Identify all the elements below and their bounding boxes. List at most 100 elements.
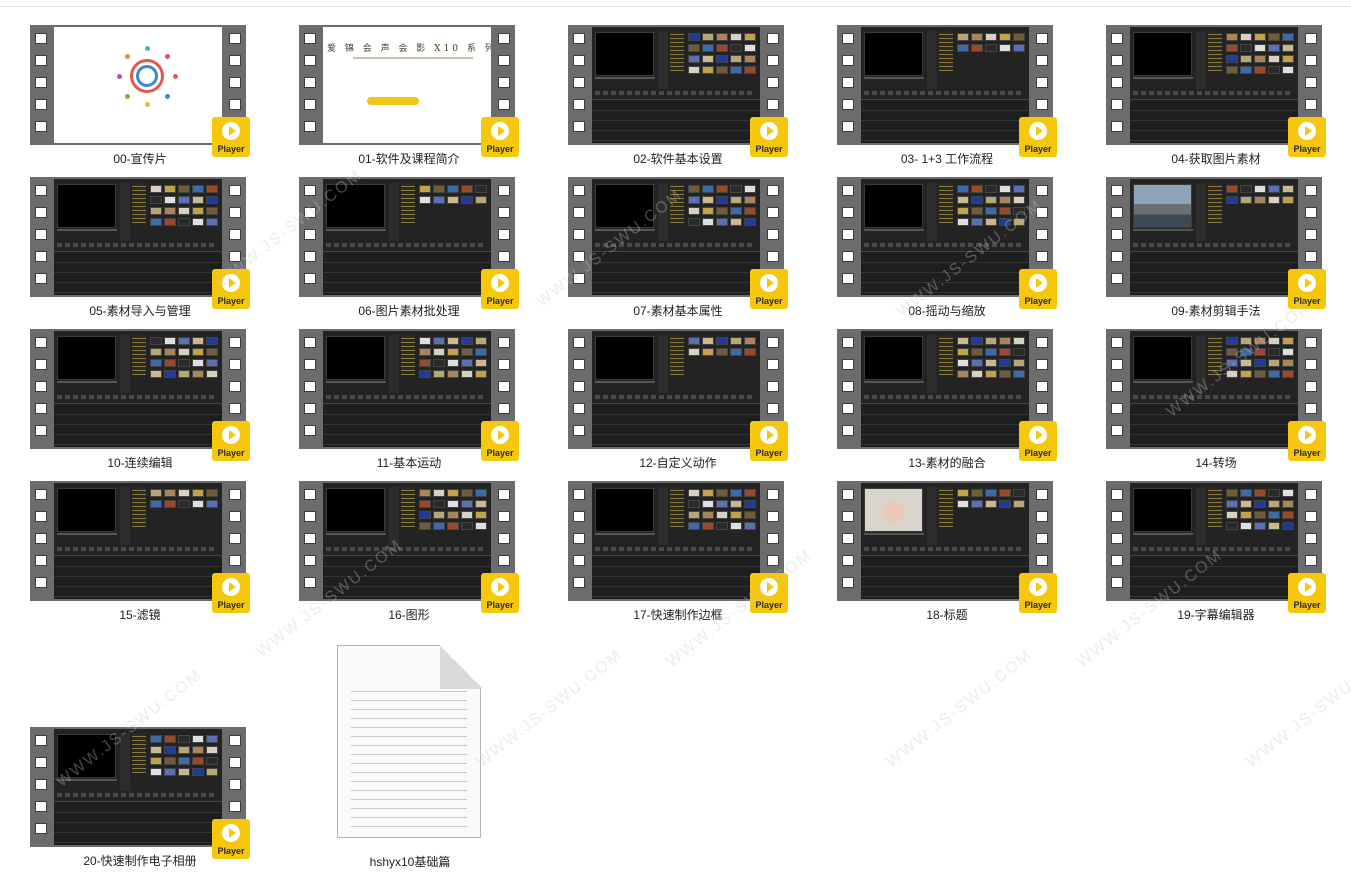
media-thumbnail	[419, 522, 431, 530]
video-file-item[interactable]: Player 00-宣传片	[10, 7, 270, 166]
media-thumbnail	[164, 489, 176, 497]
play-icon	[491, 274, 509, 292]
video-thumbnail[interactable]: Player	[568, 481, 788, 613]
timeline-track	[1130, 110, 1298, 111]
media-thumbnail	[447, 359, 459, 367]
video-file-item[interactable]: Player 20-快速制作电子相册	[10, 709, 270, 868]
video-file-item[interactable]: Player 08-摇动与缩放	[817, 159, 1077, 318]
video-thumbnail[interactable]: Player	[30, 727, 250, 859]
play-icon	[222, 578, 240, 596]
toolbar-controls	[1133, 243, 1293, 247]
scrub-bar	[57, 229, 117, 231]
video-thumbnail[interactable]: Player	[837, 177, 1057, 309]
sprocket-hole	[1111, 99, 1123, 110]
media-thumbnail	[1240, 359, 1252, 367]
media-thumbnail	[164, 196, 176, 204]
sprocket-hole	[1036, 55, 1048, 66]
video-file-item[interactable]: Player 04-获取图片素材	[1086, 7, 1346, 166]
video-frame	[323, 483, 491, 599]
media-thumbnail	[419, 500, 431, 508]
media-thumbnail	[1254, 44, 1266, 52]
video-thumbnail[interactable]: Player	[299, 329, 519, 461]
promo-frame	[54, 27, 222, 143]
video-thumbnail[interactable]: Player	[1106, 25, 1326, 157]
video-file-item[interactable]: Player 06-图片素材批处理	[279, 159, 539, 318]
media-library	[688, 337, 758, 381]
video-thumbnail[interactable]: Player	[299, 177, 519, 309]
media-thumbnail	[744, 185, 756, 193]
timeline-track	[1130, 262, 1298, 263]
video-file-item[interactable]: 爱 锦 会 声 会 影 X10 系 列 视 频 教 程Player01-软件及课…	[279, 7, 539, 166]
video-thumbnail[interactable]: Player	[30, 329, 250, 461]
preview-window	[57, 336, 116, 380]
media-thumbnail	[985, 359, 997, 367]
video-thumbnail[interactable]: Player	[1106, 329, 1326, 461]
sprocket-hole	[304, 555, 316, 566]
media-thumbnail	[1240, 66, 1252, 74]
document-text-line	[351, 772, 467, 773]
sprocket-hole	[229, 757, 241, 768]
tool-strip	[120, 183, 130, 241]
video-file-item[interactable]: Player 14-转场	[1086, 311, 1346, 470]
video-thumbnail[interactable]: Player	[30, 177, 250, 309]
video-file-item[interactable]: Player 03- 1+3 工作流程	[817, 7, 1077, 166]
video-thumbnail[interactable]: Player	[837, 329, 1057, 461]
media-thumbnail	[730, 196, 742, 204]
media-thumbnail	[1226, 489, 1238, 497]
video-thumbnail[interactable]: Player	[837, 25, 1057, 157]
video-file-item[interactable]: Player 11-基本运动	[279, 311, 539, 470]
media-thumbnail	[164, 746, 176, 754]
video-file-item[interactable]: Player 02-软件基本设置	[548, 7, 808, 166]
media-thumbnail	[744, 489, 756, 497]
toolbar-controls	[1133, 91, 1293, 95]
media-thumbnail	[192, 196, 204, 204]
video-thumbnail[interactable]: Player	[568, 329, 788, 461]
sprocket-hole	[573, 511, 585, 522]
document-file-icon[interactable]	[337, 645, 482, 839]
sprocket-hole	[35, 555, 47, 566]
video-thumbnail[interactable]: Player	[299, 481, 519, 613]
video-file-item[interactable]: Player 17-快速制作边框	[548, 463, 808, 622]
video-file-item[interactable]: Player 19-字幕编辑器	[1086, 463, 1346, 622]
video-file-item[interactable]: Player 16-图形	[279, 463, 539, 622]
video-file-item[interactable]: Player 13-素材的融合	[817, 311, 1077, 470]
video-thumbnail[interactable]: Player	[30, 25, 250, 157]
media-library	[1226, 33, 1296, 77]
media-thumbnail	[1268, 370, 1280, 378]
media-thumbnail	[716, 55, 728, 63]
sprocket-hole	[304, 337, 316, 348]
sprocket-hole	[498, 511, 510, 522]
video-file-item[interactable]: Player 10-连续编辑	[10, 311, 270, 470]
video-thumbnail[interactable]: Player	[30, 481, 250, 613]
media-thumbnail	[716, 500, 728, 508]
video-thumbnail[interactable]: Player	[568, 177, 788, 309]
video-thumbnail[interactable]: Player	[1106, 481, 1326, 613]
video-thumbnail[interactable]: Player	[1106, 177, 1326, 309]
sprocket-hole	[1036, 251, 1048, 262]
sprocket-hole	[498, 185, 510, 196]
video-thumbnail[interactable]: Player	[837, 481, 1057, 613]
media-thumbnail	[1254, 359, 1266, 367]
video-file-item[interactable]: Player 07-素材基本属性	[548, 159, 808, 318]
media-thumbnail	[1282, 489, 1294, 497]
video-thumbnail[interactable]: Player	[568, 25, 788, 157]
video-file-item[interactable]: Player 05-素材导入与管理	[10, 159, 270, 318]
media-thumbnail	[192, 370, 204, 378]
media-thumbnail	[1240, 511, 1252, 519]
document-text-line	[351, 700, 467, 701]
timeline	[861, 251, 1029, 295]
media-thumbnail	[178, 359, 190, 367]
video-file-item[interactable]: Player 09-素材剪辑手法	[1086, 159, 1346, 318]
media-thumbnail	[475, 348, 487, 356]
media-library	[419, 337, 489, 381]
media-thumbnail	[702, 185, 714, 193]
media-thumbnail	[985, 489, 997, 497]
media-thumbnail	[1268, 511, 1280, 519]
video-file-item[interactable]: Player 18-标题	[817, 463, 1077, 622]
video-file-item[interactable]: Player 15-滤镜	[10, 463, 270, 622]
timeline-track	[592, 566, 760, 567]
video-thumbnail[interactable]: 爱 锦 会 声 会 影 X10 系 列 视 频 教 程Player	[299, 25, 519, 157]
video-file-item[interactable]: Player 12-自定义动作	[548, 311, 808, 470]
media-thumbnail	[192, 500, 204, 508]
media-thumbnail	[1282, 55, 1294, 63]
